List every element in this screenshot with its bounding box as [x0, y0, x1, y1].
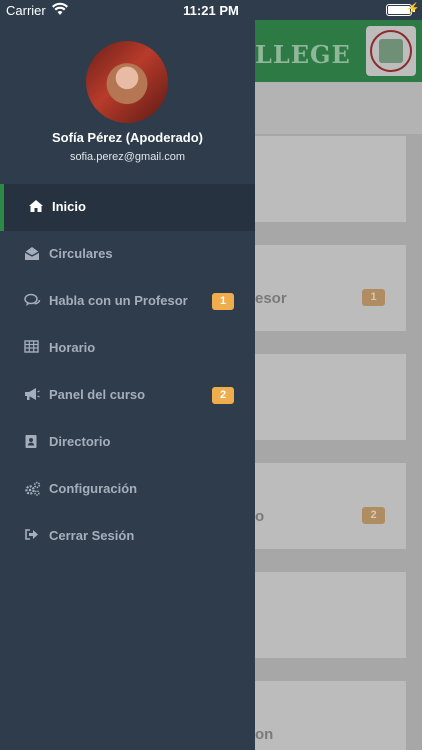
- menu-item-configuracion[interactable]: Configuración: [0, 466, 255, 513]
- menu-item-label: Inicio: [52, 199, 86, 214]
- menu-item-label: Cerrar Sesión: [49, 528, 135, 543]
- table-icon: [24, 340, 42, 356]
- profile-section: Sofía Pérez (Apoderado) sofia.perez@gmai…: [0, 20, 255, 184]
- sign-out-icon: [24, 528, 42, 544]
- drawer-menu: Inicio Circulares Habla con un Profesor …: [0, 184, 255, 560]
- home-icon: [28, 199, 46, 215]
- card-badge: 1: [362, 289, 385, 306]
- card-badge: 2: [362, 507, 385, 524]
- dashboard-card[interactable]: o 2: [236, 463, 406, 549]
- menu-item-label: Configuración: [49, 481, 138, 496]
- notification-badge: 2: [212, 387, 234, 404]
- menu-item-label: Horario: [49, 340, 96, 355]
- clock: 11:21 PM: [183, 3, 239, 18]
- profile-name: Sofía Pérez (Apoderado): [52, 130, 203, 145]
- chat-icon: [24, 293, 42, 309]
- charging-icon: ⚡: [406, 3, 420, 15]
- menu-item-label: Panel del curso: [49, 387, 146, 402]
- dashboard-card[interactable]: esor 1: [236, 245, 406, 331]
- gears-icon: [24, 481, 42, 497]
- menu-item-directorio[interactable]: Directorio: [0, 419, 255, 466]
- dashboard-card[interactable]: [236, 572, 406, 658]
- college-logo: [366, 26, 416, 76]
- status-bar: Carrier 11:21 PM ⚡: [0, 0, 422, 20]
- menu-item-habla-con-un-profesor[interactable]: Habla con un Profesor 1: [0, 278, 255, 325]
- card-label: esor: [255, 290, 287, 307]
- envelope-open-icon: [24, 246, 42, 262]
- menu-item-horario[interactable]: Horario: [0, 325, 255, 372]
- megaphone-icon: [24, 387, 42, 403]
- menu-item-cerrar-sesion[interactable]: Cerrar Sesión: [0, 513, 255, 560]
- menu-item-circulares[interactable]: Circulares: [0, 231, 255, 278]
- card-label: on: [255, 726, 274, 743]
- avatar[interactable]: [86, 41, 168, 123]
- menu-item-label: Circulares: [49, 246, 113, 261]
- dashboard-card[interactable]: [236, 136, 406, 222]
- menu-item-panel-del-curso[interactable]: Panel del curso 2: [0, 372, 255, 419]
- card-label: o: [255, 508, 265, 525]
- app-title: LLEGE: [255, 40, 351, 69]
- active-indicator: [0, 184, 4, 231]
- menu-item-label: Habla con un Profesor: [49, 293, 188, 308]
- navigation-drawer: Sofía Pérez (Apoderado) sofia.perez@gmai…: [0, 20, 255, 750]
- menu-item-label: Directorio: [49, 434, 111, 449]
- menu-item-inicio[interactable]: Inicio: [0, 184, 255, 231]
- notification-badge: 1: [212, 293, 234, 310]
- address-book-icon: [24, 434, 42, 450]
- dashboard-card[interactable]: on: [236, 681, 406, 750]
- profile-email: sofia.perez@gmail.com: [69, 151, 186, 163]
- dashboard-card[interactable]: [236, 354, 406, 440]
